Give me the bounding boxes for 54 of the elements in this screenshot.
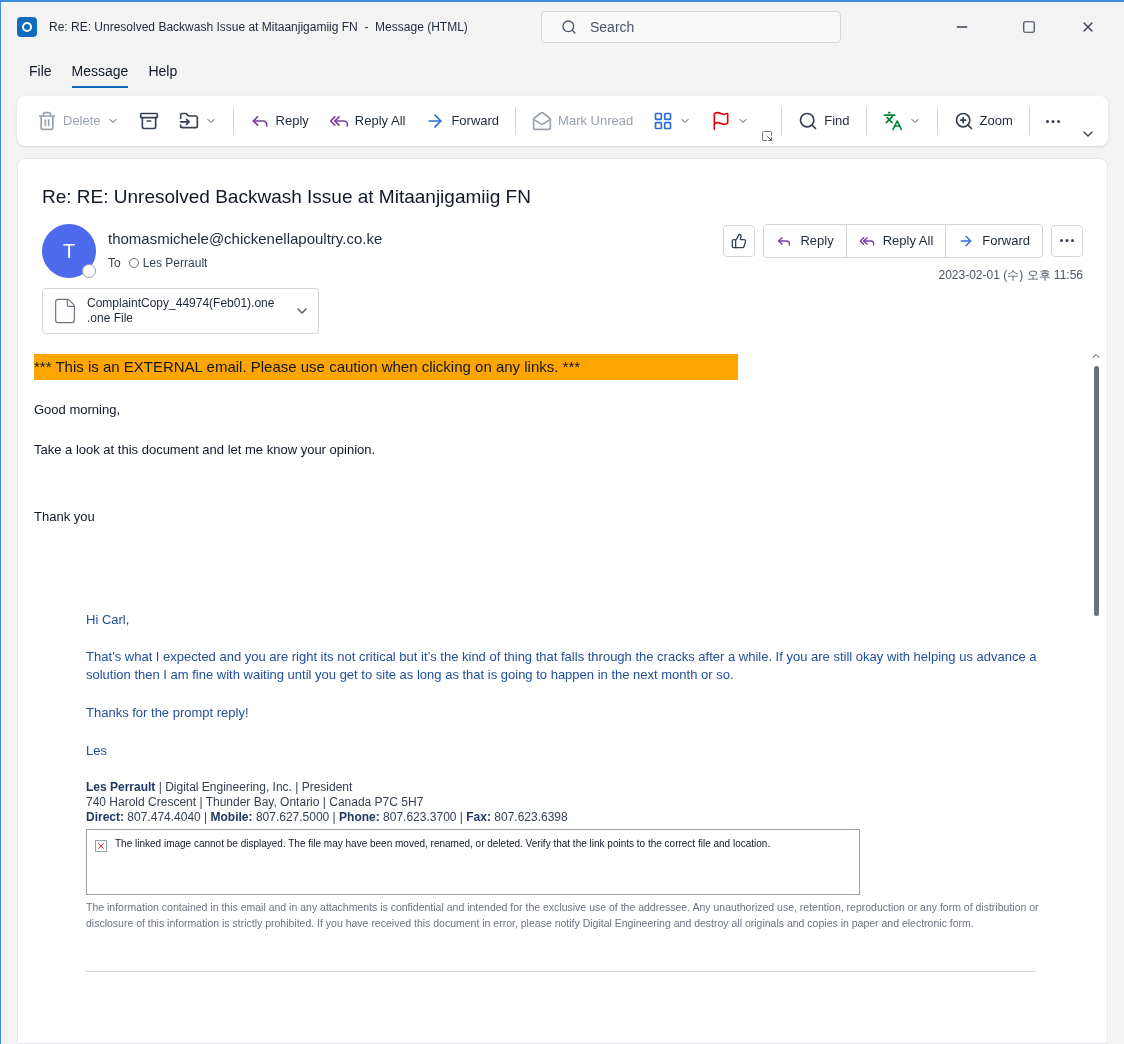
broken-image-text: The linked image cannot be displayed. The file may have been moved, renamed, or deleted. Verify that the link points to the correct file and location. (115, 837, 771, 851)
ribbon-button[interactable]: Find (790, 107, 858, 135)
quoted-text: That’s what I expected and you are right its not critical but it’s the kind of thing that falls through the cracks after a while. If you are still okay with helping us advance a solution then I am fine with waiting until you get to site as long as that is going to happen in the next month or so. (86, 648, 1038, 685)
more-actions-button[interactable] (1051, 224, 1083, 257)
recipient[interactable]: Les Perrault (128, 254, 208, 272)
folder-icon (178, 111, 199, 131)
ribbon-button[interactable]: Zoom (945, 107, 1021, 135)
signature-line: Direct: 807.474.4040 | Mobile: 807.627.5000 | Phone: 807.623.3700 | Fax: 807.623.6398 (86, 809, 569, 825)
attachment-type: .one File (87, 310, 135, 326)
action-button[interactable]: Forward (945, 224, 1042, 257)
ribbon-button[interactable]: Reply (241, 107, 317, 135)
quoted-text: Les (86, 742, 108, 760)
search-icon (798, 111, 819, 131)
attachment-card[interactable]: ComplaintCopy_44974(Feb01).one .one File (42, 287, 319, 334)
grid-icon (653, 111, 674, 131)
outlook-logo-icon (17, 17, 37, 37)
signature-line: Les Perrault | Digital Engineering, Inc. | President (86, 779, 354, 795)
more-icon (1045, 119, 1060, 123)
zoom-icon (953, 111, 974, 131)
menu-tab[interactable]: Help (148, 61, 178, 88)
ribbon-button[interactable]: Forward (417, 107, 508, 135)
signature-line: 740 Harold Crescent | Thunder Bay, Ontario | Canada P7C 5H7 (86, 794, 425, 810)
trash-icon (37, 111, 57, 131)
maximize-icon[interactable] (1022, 20, 1036, 34)
attachment-name: ComplaintCopy_44974(Feb01).one (87, 295, 276, 311)
archive-icon (138, 111, 159, 131)
search-icon (561, 19, 577, 35)
more-icon (1060, 239, 1074, 242)
quoted-text: Hi Carl, (86, 610, 131, 629)
to-label: To (108, 255, 121, 272)
like-button[interactable] (723, 224, 756, 257)
email-date: 2023-02-01 (수) 오후 11:56 (938, 266, 1083, 284)
email-subject: Re: RE: Unresolved Backwash Issue at Mitaanjigamiig FN (42, 185, 532, 209)
flag-icon (711, 111, 732, 131)
action-button[interactable]: Reply All (845, 224, 946, 257)
ribbon-button[interactable]: Reply All (320, 107, 414, 135)
menu-tab[interactable]: Message (71, 61, 129, 88)
action-button[interactable]: Reply (764, 224, 846, 257)
window-title: Re: RE: Unresolved Backwash Issue at Mitaanjigamiig FN - Message (HTML) (49, 19, 469, 36)
sender-address[interactable]: thomasmichele@chickenellapoultry.co.ke (108, 227, 383, 250)
body-text: Good morning, (34, 401, 121, 419)
dialog-launcher-icon[interactable] (761, 130, 774, 142)
envelope-icon (532, 111, 553, 131)
thumbs-up-icon (731, 232, 748, 249)
external-warning-banner: *** This is an EXTERNAL email. Please use caution when clicking on any links. *** (34, 353, 738, 380)
body-text: Thank you (34, 508, 96, 526)
sender-avatar: T (42, 223, 96, 278)
disclaimer-text: The information contained in this email and in any attachments is confidential and intended for the exclusive use of the addressee. Any unauthorized use, retention, reproduction or any form of distribution or disclosure of this information is strictly prohibited. If you have received this document in error, please notify Digital Engineering and destroy all originals and copies in paper and electronic form. (86, 899, 1040, 932)
menu-tab[interactable]: File (29, 61, 52, 88)
quoted-text: Thanks for the prompt reply! (86, 704, 250, 722)
search-field[interactable]: Search (541, 11, 841, 43)
body-text: Take a look at this document and let me know your opinion. (34, 440, 377, 459)
broken-image-icon (95, 839, 107, 852)
translate-icon (882, 111, 903, 131)
